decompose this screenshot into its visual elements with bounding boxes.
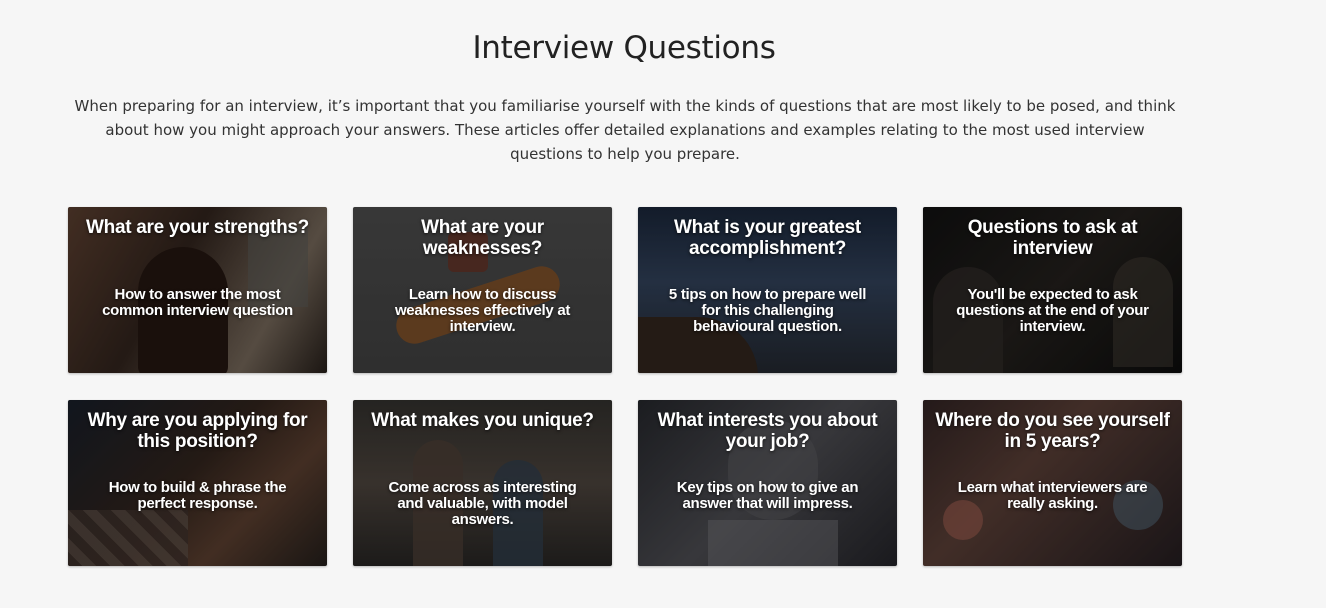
card-makes-you-unique[interactable]: What makes you unique? Come across as in…	[353, 400, 612, 566]
card-weaknesses[interactable]: What are your weaknesses? Learn how to d…	[353, 207, 612, 373]
card-title: What interests you about your job?	[657, 410, 878, 452]
card-greatest-accomplishment[interactable]: What is your greatest accomplishment? 5 …	[638, 207, 897, 373]
card-subtitle: How to answer the most common interview …	[102, 286, 293, 319]
card-title: Questions to ask at interview	[967, 217, 1138, 259]
card-title: What are your strengths?	[86, 217, 309, 238]
card-strengths[interactable]: What are your strengths? How to answer t…	[68, 207, 327, 373]
card-title: Why are you applying for this position?	[87, 410, 308, 452]
card-title: Where do you see yourself in 5 years?	[935, 410, 1170, 452]
card-subtitle: Key tips on how to give an answer that w…	[676, 479, 859, 512]
card-subtitle: Come across as interesting and valuable,…	[388, 479, 577, 528]
card-five-years[interactable]: Where do you see yourself in 5 years? Le…	[923, 400, 1182, 566]
card-why-applying[interactable]: Why are you applying for this position? …	[68, 400, 327, 566]
card-subtitle: Learn what interviewers are really askin…	[957, 479, 1148, 512]
intro-paragraph: When preparing for an interview, it’s im…	[74, 97, 1176, 163]
card-title: What are your weaknesses?	[421, 217, 544, 259]
interview-questions-section: Interview Questions When preparing for a…	[0, 0, 1326, 608]
question-card-grid: What are your strengths? How to answer t…	[68, 207, 1182, 566]
page-title: Interview Questions	[472, 30, 776, 66]
card-subtitle: You'll be expected to ask questions at t…	[956, 286, 1149, 335]
card-title: What is your greatest accomplishment?	[674, 217, 861, 259]
card-subtitle: How to build & phrase the perfect respon…	[108, 479, 287, 512]
card-subtitle: Learn how to discuss weaknesses effectiv…	[394, 286, 571, 335]
card-title: What makes you unique?	[371, 410, 594, 431]
card-questions-to-ask[interactable]: Questions to ask at interview You'll be …	[923, 207, 1182, 373]
card-subtitle: 5 tips on how to prepare well for this c…	[668, 286, 867, 335]
card-interests-about-job[interactable]: What interests you about your job? Key t…	[638, 400, 897, 566]
